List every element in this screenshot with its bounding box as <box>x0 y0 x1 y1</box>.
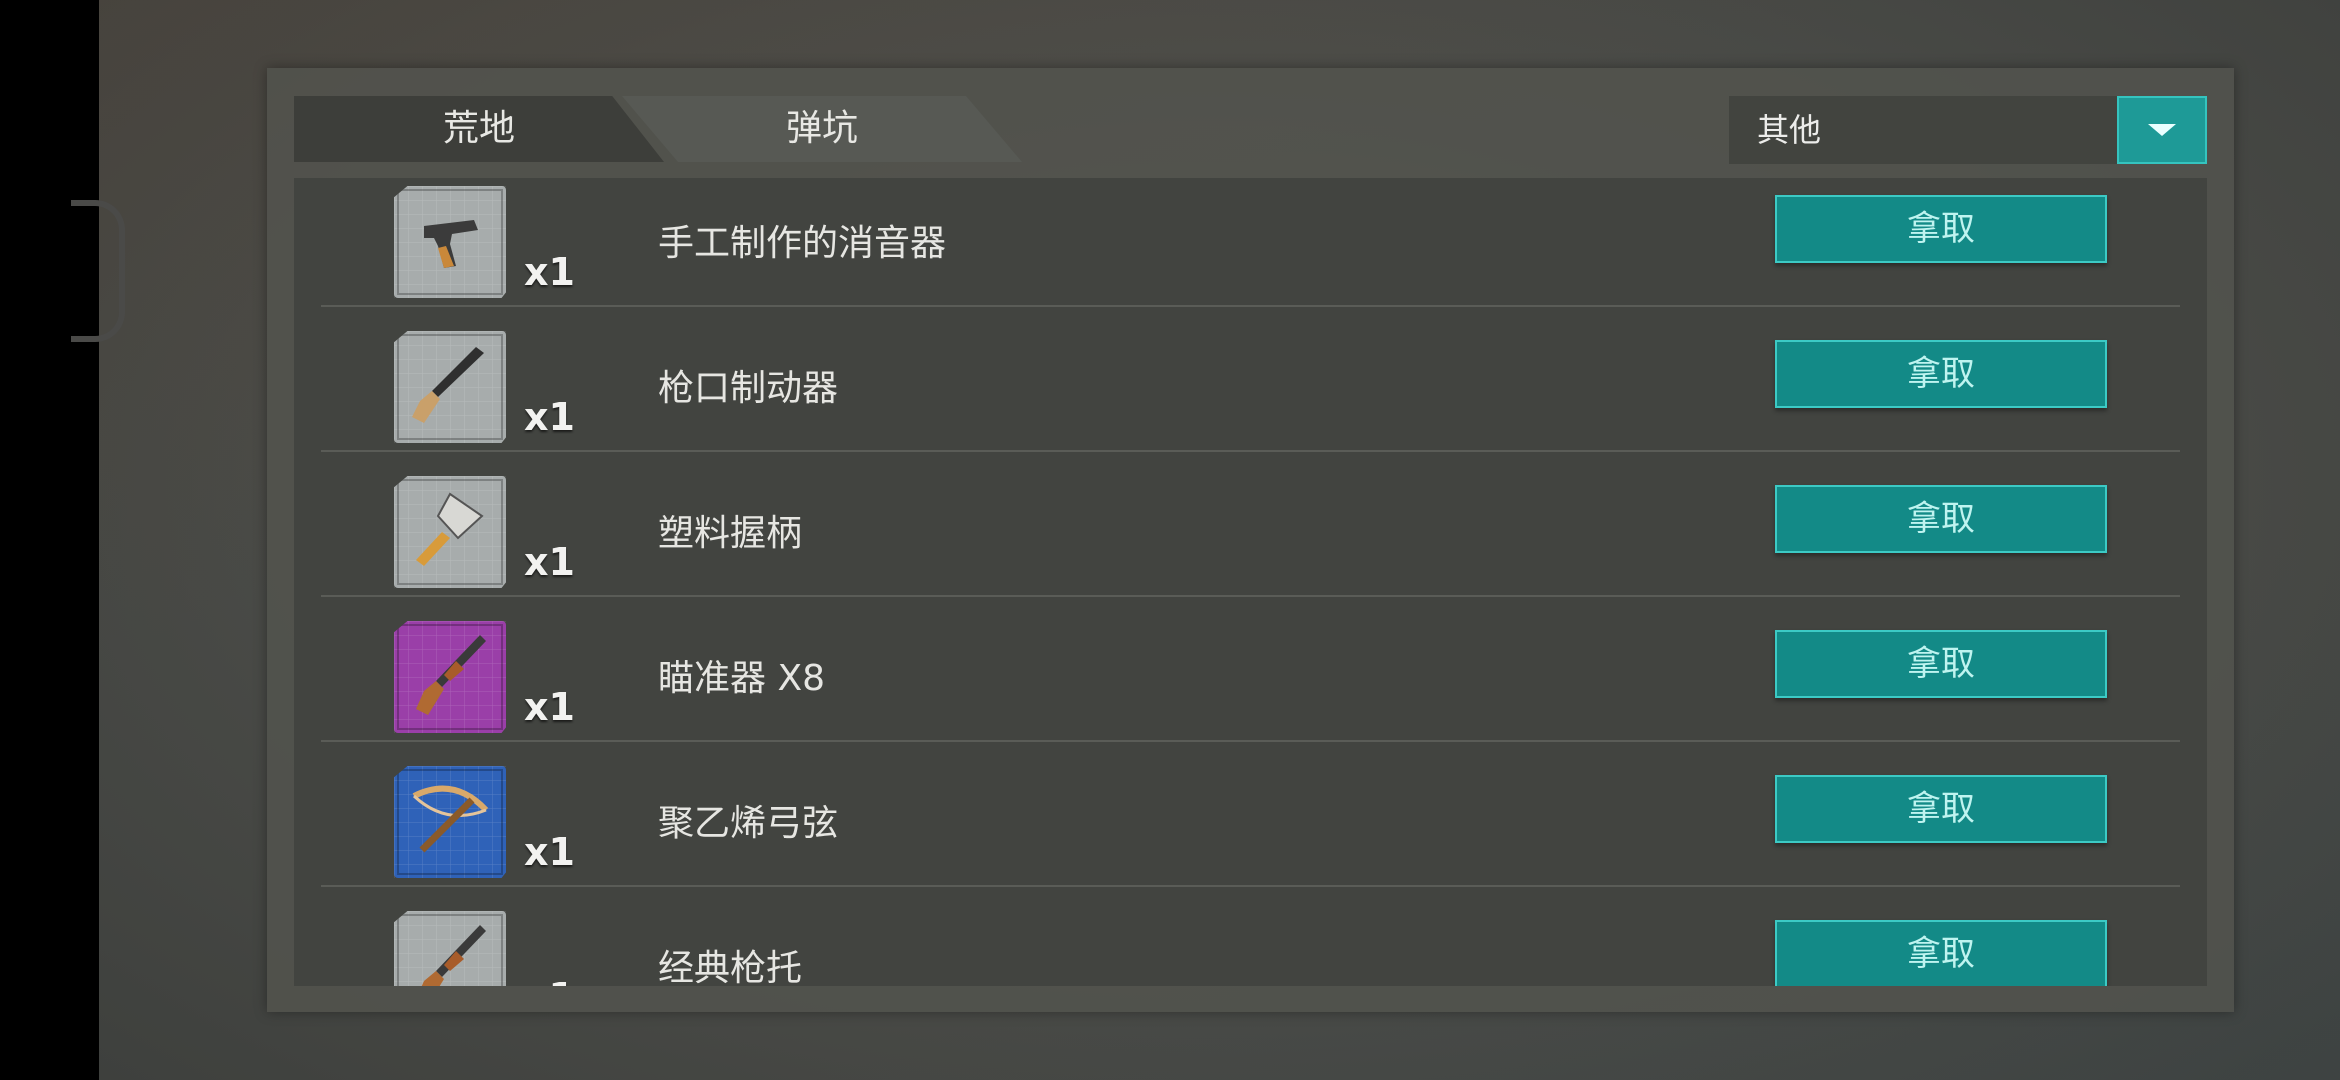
item-name: 手工制作的消音器 <box>658 223 947 264</box>
item-name: 枪口制动器 <box>658 368 839 409</box>
blueprint-rifle-icon <box>394 911 506 986</box>
item-quantity: x1 <box>524 975 575 986</box>
take-button[interactable]: 拿取 <box>1775 920 2107 986</box>
item-name: 塑料握柄 <box>658 513 803 554</box>
list-item: x1 聚乙烯弓弦 拿取 <box>294 742 2207 887</box>
chevron-down-icon <box>2148 124 2176 136</box>
take-button[interactable]: 拿取 <box>1775 775 2107 843</box>
take-button[interactable]: 拿取 <box>1775 630 2107 698</box>
dropdown-value: 其他 <box>1757 111 1822 149</box>
blueprint-crossbow-icon <box>394 766 506 878</box>
item-quantity: x1 <box>524 830 575 874</box>
take-button[interactable]: 拿取 <box>1775 340 2107 408</box>
tab-crater[interactable]: 弹坑 <box>622 96 1022 162</box>
blueprint-cleaver-icon <box>394 476 506 588</box>
category-dropdown[interactable]: 其他 <box>1729 96 2207 164</box>
list-item: x1 经典枪托 拿取 <box>294 887 2207 986</box>
item-name: 经典枪托 <box>658 948 803 986</box>
side-handle-shape <box>71 200 125 342</box>
dropdown-toggle-button[interactable] <box>2117 96 2207 164</box>
blueprint-shotgun-icon <box>394 331 506 443</box>
item-quantity: x1 <box>524 395 575 439</box>
blueprint-rifle-icon <box>394 621 506 733</box>
item-quantity: x1 <box>524 685 575 729</box>
loot-panel: 荒地 弹坑 其他 x1 手工制作的消音器 拿取 x1 枪口制动器 拿取 x1 塑料握柄 拿取 x1… <box>267 68 2234 1012</box>
item-quantity: x1 <box>524 540 575 584</box>
item-list[interactable]: x1 手工制作的消音器 拿取 x1 枪口制动器 拿取 x1 塑料握柄 拿取 x1 瞄准器 X8 拿取 x… <box>294 178 2207 986</box>
item-quantity: x1 <box>524 250 575 294</box>
list-item: x1 手工制作的消音器 拿取 <box>294 178 2207 307</box>
item-name: 瞄准器 X8 <box>658 658 826 699</box>
close-label[interactable]: 关闭 <box>2334 152 2340 192</box>
take-button[interactable]: 拿取 <box>1775 485 2107 553</box>
list-item: x1 瞄准器 X8 拿取 <box>294 597 2207 742</box>
tab-label: 荒地 <box>442 108 515 149</box>
tab-wasteland[interactable]: 荒地 <box>294 96 664 162</box>
list-item: x1 塑料握柄 拿取 <box>294 452 2207 597</box>
blueprint-pistol-icon <box>394 186 506 298</box>
take-button[interactable]: 拿取 <box>1775 195 2107 263</box>
item-name: 聚乙烯弓弦 <box>658 803 839 844</box>
game-background: 荒地 弹坑 其他 x1 手工制作的消音器 拿取 x1 枪口制动器 拿取 x1 塑料握柄 拿取 x1… <box>71 0 2340 1080</box>
tab-label: 弹坑 <box>785 108 858 149</box>
list-item: x1 枪口制动器 拿取 <box>294 307 2207 452</box>
